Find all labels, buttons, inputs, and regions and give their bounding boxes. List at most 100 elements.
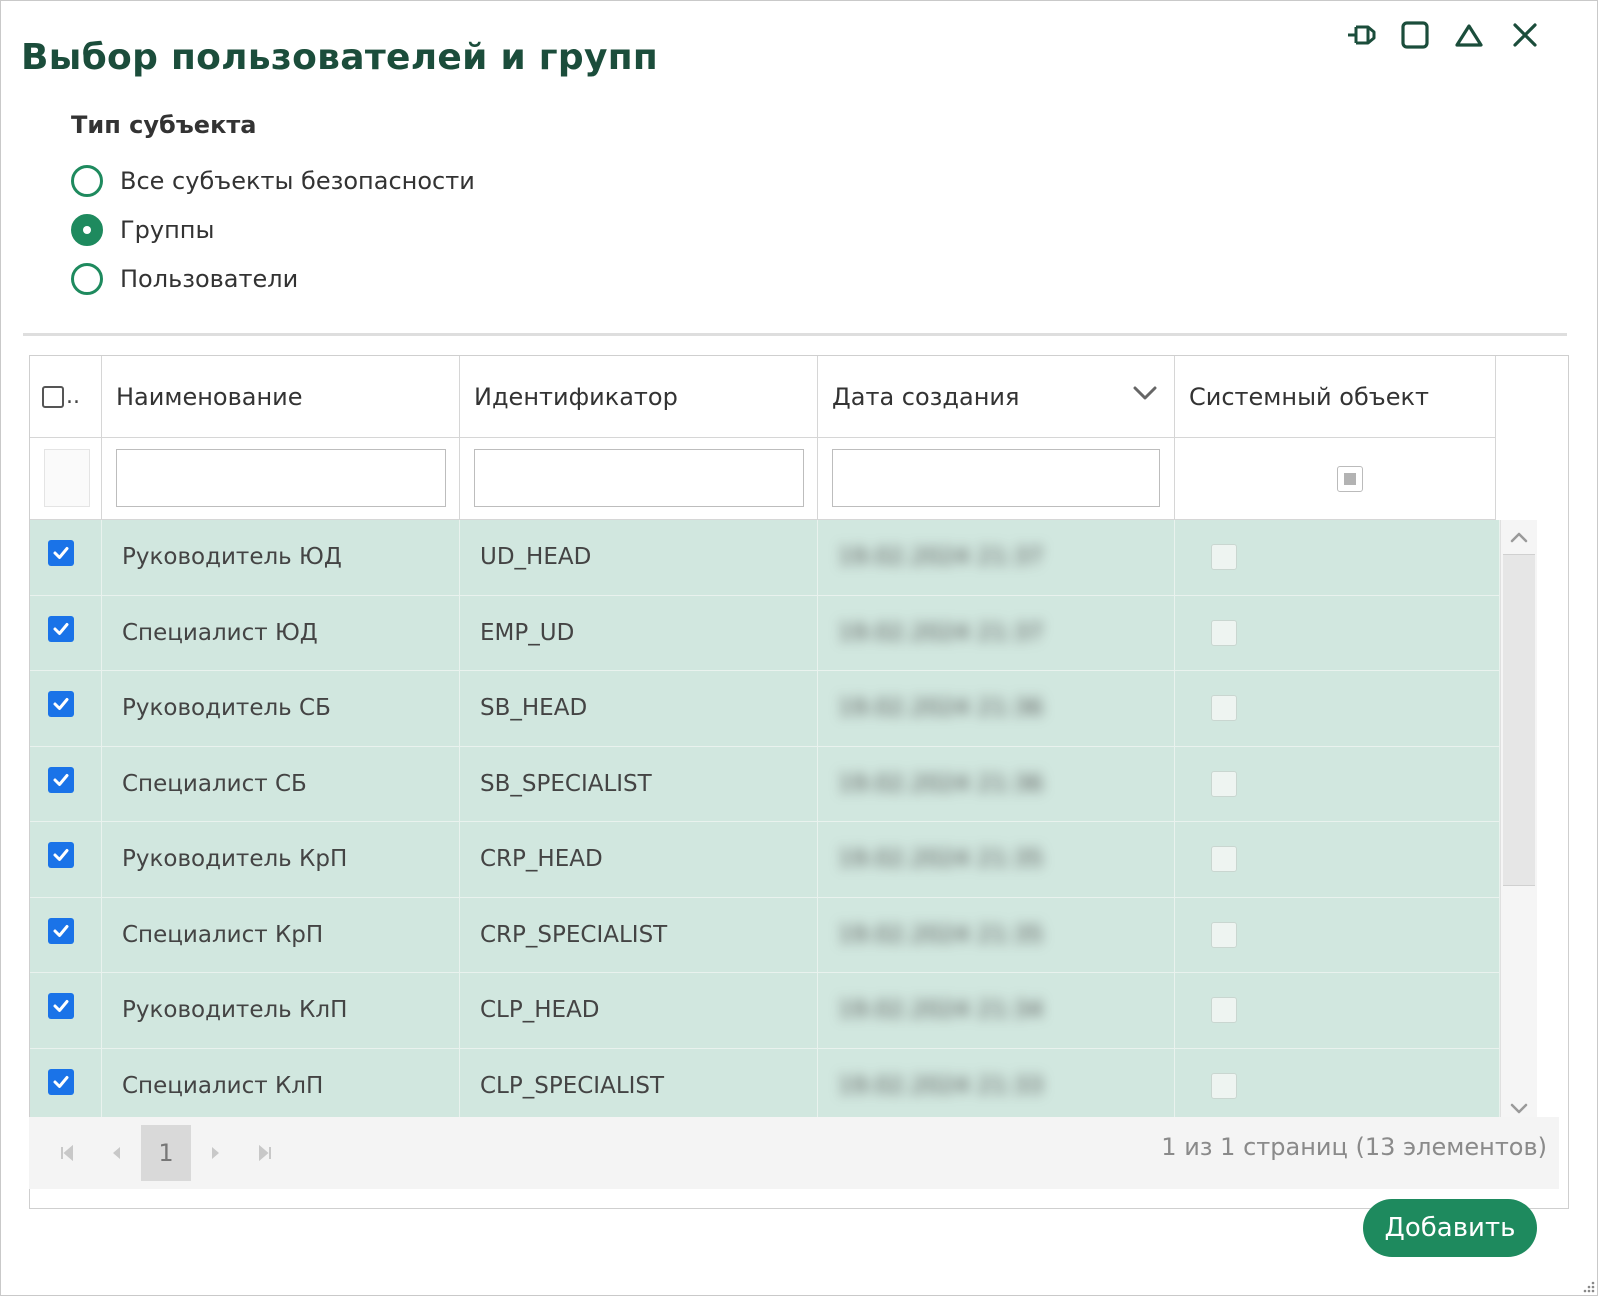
row-select-cell xyxy=(30,746,102,822)
radio-indicator[interactable] xyxy=(71,165,103,197)
radio-label: Пользователи xyxy=(120,265,299,293)
created-date-value: 19.02.2024 21:36 xyxy=(838,770,1044,797)
row-select-cell xyxy=(30,520,102,596)
prev-page-icon[interactable] xyxy=(101,1137,133,1169)
select-all-checkbox[interactable] xyxy=(42,385,64,408)
close-button[interactable] xyxy=(1505,17,1545,53)
table-row[interactable]: Руководитель КрП CRP_HEAD 19.02.2024 21:35 xyxy=(30,822,1500,898)
checkmark-icon xyxy=(53,849,68,862)
table-row[interactable]: Руководитель ЮД UD_HEAD 19.02.2024 21:37 xyxy=(30,520,1500,596)
row-select-checkbox[interactable] xyxy=(47,917,74,944)
table-row[interactable]: Специалист СБ SB_SPECIALIST 19.02.2024 21:… xyxy=(30,746,1500,822)
last-page-icon[interactable] xyxy=(249,1137,281,1169)
scroll-up-icon[interactable] xyxy=(1501,520,1537,554)
cell-identifier: CLP_HEAD xyxy=(460,973,818,1049)
radio-groups[interactable]: Группы xyxy=(71,210,214,250)
grid-header: .. Наименование Идентификатор Дата созда… xyxy=(30,356,1496,438)
radio-indicator[interactable] xyxy=(71,263,103,295)
system-object-checkbox[interactable] xyxy=(1211,619,1237,646)
system-object-checkbox[interactable] xyxy=(1211,997,1237,1024)
table-row[interactable]: Руководитель СБ SB_HEAD 19.02.2024 21:36 xyxy=(30,671,1500,747)
system-object-checkbox[interactable] xyxy=(1211,846,1237,873)
checkmark-icon xyxy=(53,1000,68,1013)
filter-row xyxy=(30,438,1496,520)
row-select-cell xyxy=(30,973,102,1049)
checkmark-icon xyxy=(53,773,68,786)
cell-created-date: 19.02.2024 21:36 xyxy=(818,671,1175,747)
table-row[interactable]: Специалист ЮД EMP_UD 19.02.2024 21:37 xyxy=(30,595,1500,671)
dialog: Выбор пользователей и групп Тип субъекта… xyxy=(0,0,1598,1296)
filter-cell-select xyxy=(30,438,102,520)
collapse-button[interactable] xyxy=(1449,17,1489,53)
cell-system-object xyxy=(1175,595,1500,671)
cell-identifier: CRP_HEAD xyxy=(460,822,818,898)
cell-name: Руководитель ЮД xyxy=(102,520,460,596)
created-date-value: 19.02.2024 21:37 xyxy=(838,619,1044,646)
row-select-checkbox[interactable] xyxy=(47,615,74,642)
cell-name: Специалист СБ xyxy=(102,746,460,822)
column-header-name[interactable]: Наименование xyxy=(102,356,460,438)
row-select-checkbox[interactable] xyxy=(47,842,74,869)
cell-system-object xyxy=(1175,973,1500,1049)
add-button[interactable]: Добавить xyxy=(1363,1199,1537,1257)
row-select-checkbox[interactable] xyxy=(47,993,74,1020)
cell-name: Руководитель КлП xyxy=(102,973,460,1049)
filter-name-input[interactable] xyxy=(116,449,446,507)
checkmark-icon xyxy=(53,698,68,711)
column-header-label: Системный объект xyxy=(1189,382,1429,411)
pager-info: 1 из 1 страниц (13 элементов) xyxy=(1161,1133,1547,1161)
filter-cell-identifier xyxy=(460,438,818,520)
scroll-thumb[interactable] xyxy=(1503,554,1535,886)
table-row[interactable]: Специалист КлП CLP_SPECIALIST 19.02.2024 2… xyxy=(30,1048,1500,1124)
row-select-cell xyxy=(30,1048,102,1124)
next-page-icon[interactable] xyxy=(199,1137,231,1169)
system-object-checkbox[interactable] xyxy=(1211,921,1237,948)
cell-created-date: 19.02.2024 21:37 xyxy=(818,595,1175,671)
radio-users[interactable]: Пользователи xyxy=(71,259,298,299)
sort-chevron-icon[interactable] xyxy=(1132,382,1158,410)
cell-name: Руководитель КрП xyxy=(102,822,460,898)
filter-identifier-input[interactable] xyxy=(474,449,804,507)
row-select-checkbox[interactable] xyxy=(47,766,74,793)
radio-indicator[interactable] xyxy=(71,214,103,246)
system-object-checkbox[interactable] xyxy=(1211,544,1237,571)
cell-created-date: 19.02.2024 21:35 xyxy=(818,822,1175,898)
column-header-system-object[interactable]: Системный объект xyxy=(1175,356,1496,438)
cell-system-object xyxy=(1175,671,1500,747)
system-object-checkbox[interactable] xyxy=(1211,1072,1237,1099)
select-all-header[interactable]: .. xyxy=(30,356,102,438)
filter-system-checkbox[interactable] xyxy=(1337,466,1363,492)
grid-body: Руководитель ЮД UD_HEAD 19.02.2024 21:37 Сп… xyxy=(30,520,1500,1126)
cell-name: Специалист КлП xyxy=(102,1048,460,1124)
table-row[interactable]: Специалист КрП CRP_SPECIALIST 19.02.2024 2… xyxy=(30,897,1500,973)
cell-identifier: EMP_UD xyxy=(460,595,818,671)
cell-name: Специалист КрП xyxy=(102,897,460,973)
close-icon xyxy=(1511,21,1539,49)
radio-all-subjects[interactable]: Все субъекты безопасности xyxy=(71,161,475,201)
system-object-checkbox[interactable] xyxy=(1211,770,1237,797)
pin-icon xyxy=(1346,20,1380,50)
vertical-scrollbar[interactable] xyxy=(1500,520,1537,1126)
column-header-identifier[interactable]: Идентификатор xyxy=(460,356,818,438)
cell-name: Руководитель СБ xyxy=(102,671,460,747)
resize-grip[interactable] xyxy=(1581,1279,1595,1293)
created-date-value: 19.02.2024 21:33 xyxy=(838,1072,1044,1099)
filter-date-input[interactable] xyxy=(832,449,1160,507)
row-select-cell xyxy=(30,671,102,747)
row-select-checkbox[interactable] xyxy=(47,691,74,718)
column-header-created-date[interactable]: Дата создания xyxy=(818,356,1175,438)
filter-blank xyxy=(44,449,90,507)
current-page-number[interactable]: 1 xyxy=(141,1125,191,1181)
row-select-checkbox[interactable] xyxy=(47,1068,74,1095)
cell-identifier: CRP_SPECIALIST xyxy=(460,897,818,973)
cell-identifier: SB_HEAD xyxy=(460,671,818,747)
table-row[interactable]: Руководитель КлП CLP_HEAD 19.02.2024 21:34 xyxy=(30,973,1500,1049)
system-object-checkbox[interactable] xyxy=(1211,695,1237,722)
row-select-checkbox[interactable] xyxy=(47,540,74,567)
first-page-icon[interactable] xyxy=(51,1137,83,1169)
pin-button[interactable] xyxy=(1343,17,1383,53)
maximize-icon xyxy=(1400,20,1430,50)
dialog-title: Выбор пользователей и групп xyxy=(21,37,659,78)
maximize-button[interactable] xyxy=(1395,17,1435,53)
checkmark-icon xyxy=(53,1075,68,1088)
